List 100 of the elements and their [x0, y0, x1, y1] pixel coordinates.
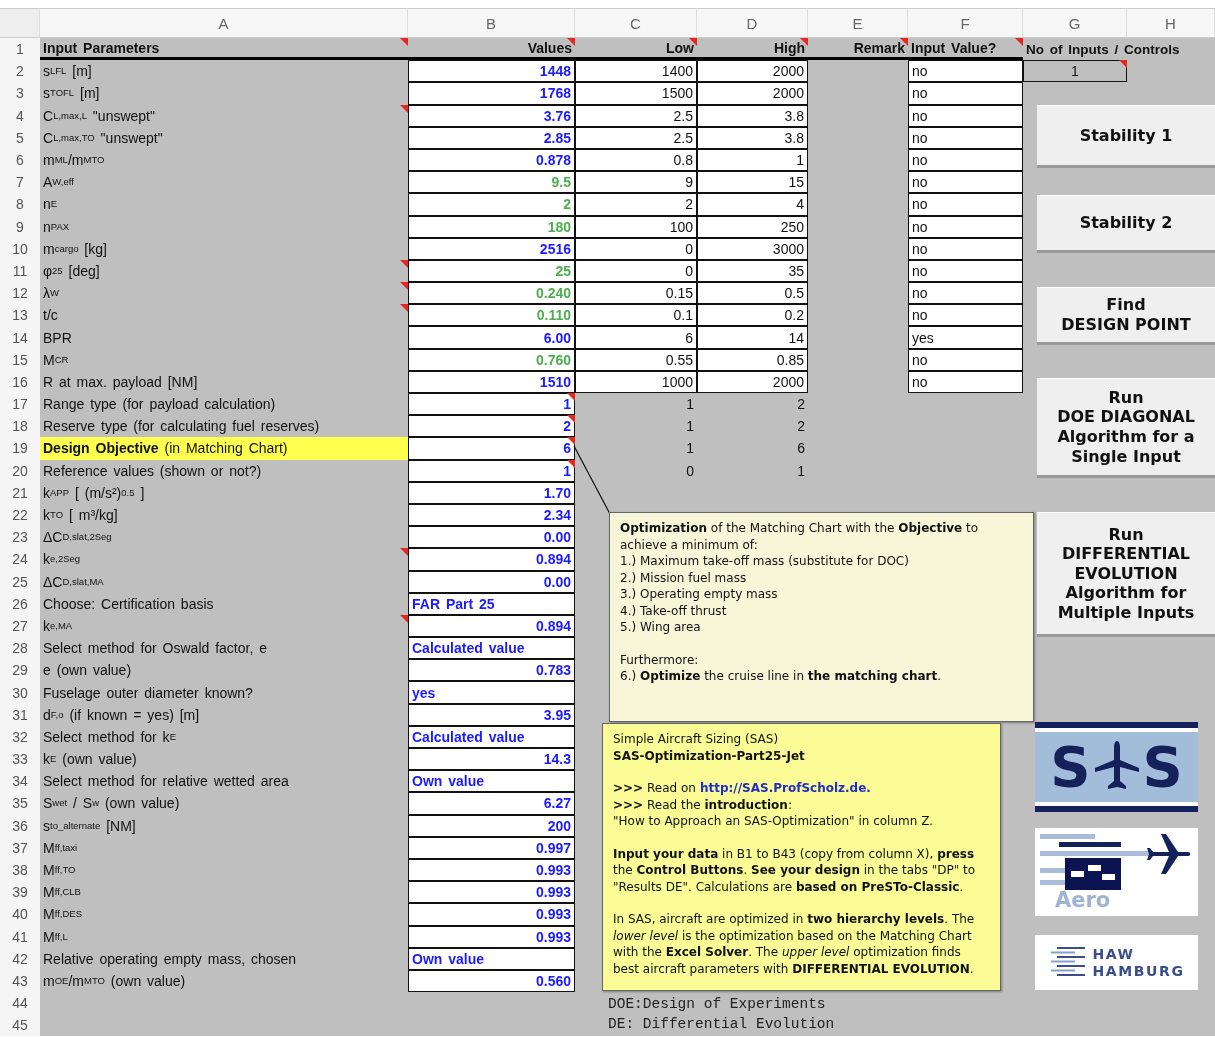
table-cell: 1500: [575, 82, 697, 105]
table-cell-text: 1: [685, 395, 695, 415]
row-number: 30: [0, 681, 40, 704]
value-cell[interactable]: 1448: [408, 60, 575, 83]
select-all-corner[interactable]: [0, 9, 40, 38]
table-cell: 1: [697, 148, 808, 172]
value-cell[interactable]: 1768: [408, 82, 575, 105]
table-cell: 15: [697, 171, 808, 194]
value-cell[interactable]: 1: [408, 393, 575, 416]
table-cell-text: 6: [796, 439, 806, 459]
table-cell: 2.5: [575, 126, 697, 149]
table-cell: 3.8: [697, 104, 808, 127]
table-cell: 3.8: [697, 126, 808, 149]
note-text: 1.) Maximum take-off mass (substitute for DOC): [620, 553, 910, 570]
table-cell-text: 1: [685, 439, 695, 459]
value-cell[interactable]: 0.993: [408, 858, 575, 882]
airplane-icon: [1147, 834, 1191, 874]
footnote-text: DE: Differential Evolution: [608, 1016, 835, 1032]
macro-button[interactable]: Find DESIGN POINT: [1037, 287, 1215, 345]
table-cell: 0.85: [697, 348, 808, 371]
table-cell: no: [908, 237, 1023, 260]
row-number: 44: [0, 992, 40, 1015]
value-cell[interactable]: 0.993: [408, 925, 575, 948]
table-cell: 3000: [697, 237, 808, 260]
macro-button[interactable]: Run DIFFERENTIAL EVOLUTION Algorithm for Multiple Inputs: [1037, 512, 1215, 637]
value-cell[interactable]: 1: [408, 459, 575, 482]
row-number: 12: [0, 282, 40, 305]
value-cell[interactable]: 1.70: [408, 481, 575, 504]
logo-text: HAW: [1092, 946, 1136, 963]
value-cell[interactable]: 0.560: [408, 969, 575, 993]
value-cell[interactable]: 2: [408, 415, 575, 438]
value-cell[interactable]: Own value: [408, 947, 575, 970]
value-cell[interactable]: 2.34: [408, 503, 575, 527]
value-cell[interactable]: 3.95: [408, 703, 575, 726]
row-number: 31: [0, 703, 40, 726]
footnote-text: DOE:Design of Experiments: [608, 996, 826, 1012]
value-cell[interactable]: 6.27: [408, 792, 575, 815]
parameter-label: Range type (for payload calculation): [42, 395, 277, 415]
row-number: 41: [0, 925, 40, 948]
logo-text: HAMBURG: [1092, 962, 1185, 979]
column-header[interactable]: E: [808, 9, 908, 38]
column-header[interactable]: C: [575, 9, 697, 38]
row-number: 43: [0, 969, 40, 993]
table-cell: 6: [575, 326, 697, 349]
parameter-label: Reserve type (for calculating fuel reserves): [42, 417, 321, 437]
column-header[interactable]: F: [908, 9, 1023, 38]
note-text: "How to Approach an SAS-Optimization" in column Z.: [613, 813, 935, 830]
value-cell[interactable]: 0.894: [408, 614, 575, 638]
value-cell[interactable]: 200: [408, 814, 575, 837]
table-cell: 0.55: [575, 348, 697, 371]
value-cell[interactable]: 0.00: [408, 570, 575, 593]
value-cell[interactable]: 2516: [408, 237, 575, 260]
value-cell[interactable]: 1510: [408, 370, 575, 393]
table-cell: no: [908, 148, 1023, 172]
parameter-label: Choose: Certification basis: [42, 594, 215, 614]
macro-button[interactable]: Stability 2: [1037, 195, 1215, 253]
value-cell[interactable]: 6.00: [408, 326, 575, 349]
value-cell[interactable]: yes: [408, 681, 575, 704]
column-header[interactable]: H: [1127, 9, 1215, 38]
value-cell[interactable]: 0.997: [408, 836, 575, 859]
value-cell[interactable]: 2.85: [408, 126, 575, 149]
value-cell[interactable]: 0.993: [408, 903, 575, 926]
table-cell: yes: [908, 326, 1023, 349]
row-number: 32: [0, 725, 40, 748]
macro-button[interactable]: Stability 1: [1037, 105, 1215, 168]
value-cell[interactable]: FAR Part 25: [408, 592, 575, 615]
table-cell: 250: [697, 215, 808, 238]
column-header[interactable]: G: [1023, 9, 1127, 38]
row-number: 38: [0, 858, 40, 882]
note-text: 4.) Take-off thrust: [620, 602, 728, 619]
table-cell: no: [908, 104, 1023, 127]
value-cell[interactable]: 3.76: [408, 104, 575, 127]
macro-button[interactable]: Run DOE DIAGONAL Algorithm for a Single Input: [1037, 378, 1215, 478]
row-number: 10: [0, 237, 40, 260]
value-cell[interactable]: 0.894: [408, 548, 575, 571]
website-link[interactable]: http://SAS.ProfScholz.de.: [699, 780, 871, 797]
value-cell[interactable]: 6: [408, 437, 575, 460]
value-cell[interactable]: 14.3: [408, 748, 575, 771]
table-cell: 100: [575, 215, 697, 238]
note-text: Optimization of the Matching Chart with the Objective to achieve a minimum of:: [620, 520, 980, 553]
value-cell[interactable]: 0.00: [408, 526, 575, 549]
column-header[interactable]: B: [408, 9, 575, 38]
row-number: 7: [0, 171, 40, 194]
column-header[interactable]: D: [697, 9, 808, 38]
row-number: 37: [0, 836, 40, 859]
value-cell[interactable]: 0.993: [408, 881, 575, 904]
row-number: 25: [0, 570, 40, 593]
note-text: 2.) Mission fuel mass: [620, 569, 748, 586]
value-cell[interactable]: 0.878: [408, 148, 575, 172]
table-cell: 0: [575, 237, 697, 260]
value-cell[interactable]: Calculated value: [408, 637, 575, 660]
value-cell[interactable]: 0.783: [408, 659, 575, 682]
parameter-label: t/c: [42, 306, 59, 326]
note-text: 5.) Wing area: [620, 619, 702, 636]
value-cell[interactable]: Calculated value: [408, 725, 575, 748]
table-cell-text: 0: [685, 461, 695, 481]
row-number: 28: [0, 637, 40, 660]
table-cell: 35: [697, 259, 808, 283]
column-header[interactable]: A: [40, 9, 408, 38]
value-cell[interactable]: Own value: [408, 770, 575, 793]
